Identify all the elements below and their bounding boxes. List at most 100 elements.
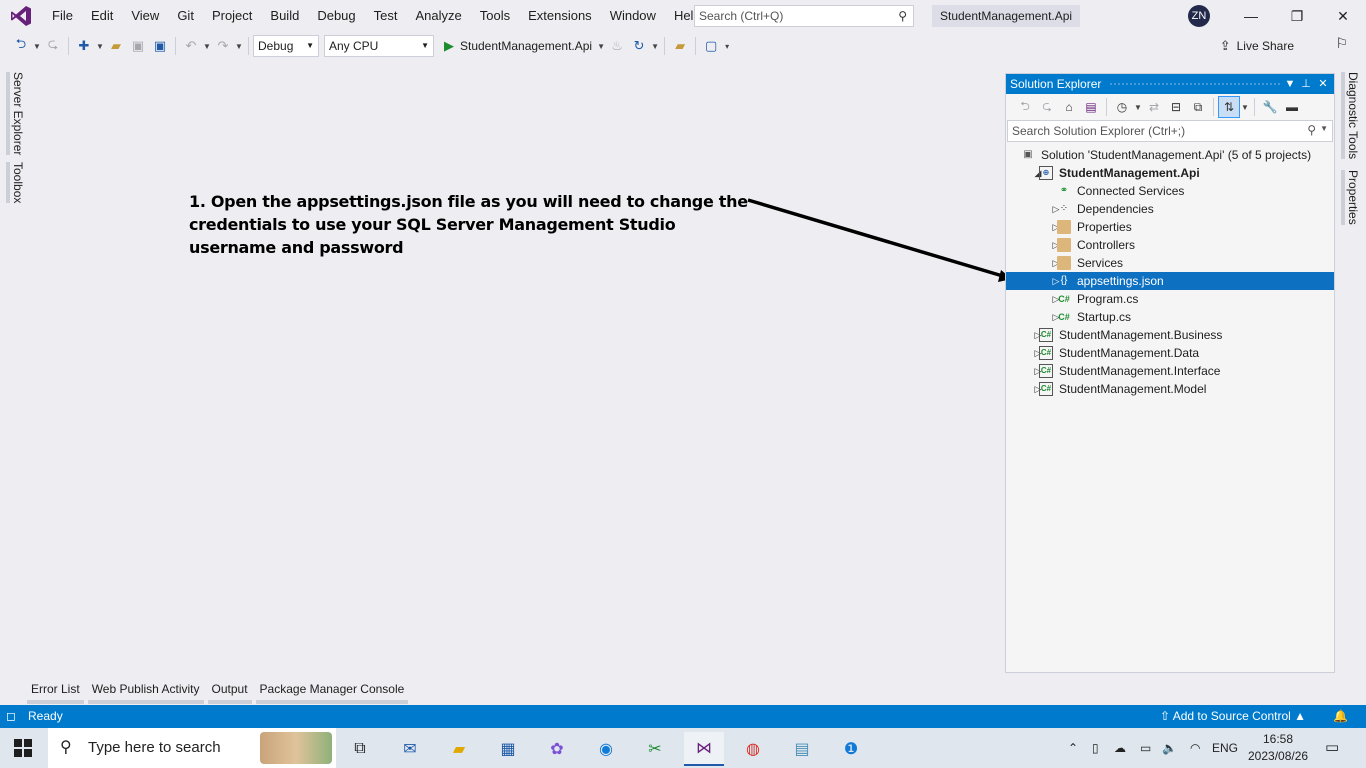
file-explorer-icon[interactable]: ▰ [439,732,479,766]
solution-explorer-titlebar[interactable]: Solution Explorer ▼ ⊥ ✕ [1006,74,1334,94]
collapse-all-icon[interactable]: ⊟ [1165,96,1187,118]
language-indicator[interactable]: ENG [1212,728,1238,768]
clock[interactable]: 16:58 2023/08/26 [1248,731,1308,765]
menu-item-edit[interactable]: Edit [82,0,122,32]
tree-item[interactable]: ▷ Properties [1006,218,1334,236]
tree-item[interactable]: ▷ C# Startup.cs [1006,308,1334,326]
volume-icon[interactable]: 🔈 [1162,728,1177,768]
find-in-files-icon[interactable]: ▰ [669,35,691,57]
app-icon[interactable]: ❶ [831,732,871,766]
preview-selected-items-icon[interactable]: ▬ [1281,96,1303,118]
tab-web-publish-activity[interactable]: Web Publish Activity [87,678,204,704]
save-all-icon[interactable]: ▣ [149,35,171,57]
start-debugging-button[interactable]: ▶ StudentManagement.Api [440,35,596,57]
menu-item-view[interactable]: View [122,0,168,32]
visual-studio-taskbar-icon[interactable]: ⋈ [684,732,724,766]
sync-icon[interactable]: ⇄ [1143,96,1165,118]
drag-handle[interactable] [1109,82,1280,86]
open-folder-icon[interactable]: ▰ [105,35,127,57]
chrome-icon[interactable]: ◍ [733,732,773,766]
tree-item[interactable]: ▷ C# StudentManagement.Interface [1006,362,1334,380]
tree-item[interactable]: ▣ Solution 'StudentManagement.Api' (5 of … [1006,146,1334,164]
mail-icon[interactable]: ✉ [390,732,430,766]
live-share-button[interactable]: ⇪ Live Share [1220,35,1294,57]
properties-wrench-icon[interactable]: 🔧 [1259,96,1281,118]
tree-item[interactable]: ▷ C# StudentManagement.Data [1006,344,1334,362]
visual-studio-logo-icon[interactable] [9,4,33,28]
snipping-tool-icon[interactable]: ✂ [635,732,675,766]
feedback-icon[interactable]: ⚐ [1335,35,1348,52]
menu-item-build[interactable]: Build [261,0,308,32]
task-view-icon[interactable]: ⧉ [340,732,380,766]
tree-item[interactable]: ▷ C# StudentManagement.Model [1006,380,1334,398]
taskbar-search-input[interactable]: ⚲ Type here to search [48,728,336,768]
pending-changes-filter-icon[interactable]: ◷ [1111,96,1133,118]
properties-tab[interactable]: Properties [1341,170,1360,225]
store-icon[interactable]: ▦ [488,732,528,766]
view-dropdown-icon[interactable]: ▼ [1240,103,1250,112]
notification-center-icon[interactable]: ▭ [1325,728,1339,768]
tree-item[interactable]: ▷ ⁘ Dependencies [1006,200,1334,218]
avatar[interactable]: ZN [1188,5,1210,27]
tree-item[interactable]: ▷ C# Program.cs [1006,290,1334,308]
toolbox-tab[interactable]: Toolbox [6,162,25,204]
close-button[interactable]: ✕ [1320,0,1366,32]
close-icon[interactable]: ✕ [1315,74,1331,94]
pin-icon[interactable]: ⊥ [1298,74,1314,94]
minimize-button[interactable]: — [1228,0,1274,32]
menu-item-tools[interactable]: Tools [471,0,519,32]
hot-reload-icon[interactable]: ♨ [606,35,628,57]
show-hidden-icons-icon[interactable]: ⌃ [1068,728,1078,768]
notifications-bell-icon[interactable]: 🔔 [1333,705,1348,728]
menu-item-debug[interactable]: Debug [308,0,364,32]
browser-link-icon[interactable]: ▢ [700,35,722,57]
refresh-dropdown-icon[interactable]: ▼ [650,42,660,51]
run-dropdown-icon[interactable]: ▼ [596,42,606,51]
platform-select[interactable]: Any CPU ▼ [324,35,434,57]
tab-package-manager-console[interactable]: Package Manager Console [255,678,409,704]
save-icon[interactable]: ▣ [127,35,149,57]
new-project-icon[interactable]: ✚ [73,35,95,57]
filter-dropdown-icon[interactable]: ▼ [1133,103,1143,112]
tree-item[interactable]: ◢ ⊕ StudentManagement.Api [1006,164,1334,182]
network-adapter-icon[interactable]: ▯ [1092,728,1099,768]
menu-item-extensions[interactable]: Extensions [519,0,601,32]
undo-dropdown-icon[interactable]: ▼ [202,42,212,51]
copilot-icon[interactable]: ✿ [537,732,577,766]
redo-icon[interactable]: ↷ [212,35,234,57]
server-explorer-tab[interactable]: Server Explorer [6,72,25,156]
switch-views-icon[interactable]: ▤ [1080,96,1102,118]
diagnostic-tools-tab[interactable]: Diagnostic Tools [1341,72,1360,160]
sync-with-active-document-icon[interactable]: ⇅ [1218,96,1240,118]
menu-item-window[interactable]: Window [601,0,665,32]
maximize-button[interactable]: ❐ [1274,0,1320,32]
forward-icon[interactable]: ⮎ [42,35,64,57]
search-input[interactable]: Search (Ctrl+Q) ⚲ [694,5,914,27]
menu-item-test[interactable]: Test [365,0,407,32]
toolbar-overflow-icon[interactable]: ▾ [722,42,732,51]
menu-item-file[interactable]: File [43,0,82,32]
home-icon[interactable]: ⌂ [1058,96,1080,118]
tree-item[interactable]: ▷{} appsettings.json [1006,272,1334,290]
back-icon[interactable]: ⮌ [10,35,32,57]
edge-icon[interactable]: ◉ [586,732,626,766]
start-button[interactable] [8,736,38,760]
forward-icon[interactable]: ⮎ [1036,96,1058,118]
tree-item[interactable]: ⚭ Connected Services [1006,182,1334,200]
menu-item-analyze[interactable]: Analyze [406,0,470,32]
notepad-icon[interactable]: ▤ [782,732,822,766]
tree-item[interactable]: ▷ Services [1006,254,1334,272]
undo-icon[interactable]: ↶ [180,35,202,57]
menu-item-project[interactable]: Project [203,0,261,32]
refresh-icon[interactable]: ↻ [628,35,650,57]
wifi-icon[interactable]: ◠ [1190,728,1200,768]
new-dropdown-icon[interactable]: ▼ [95,42,105,51]
tree-item[interactable]: ▷ C# StudentManagement.Business [1006,326,1334,344]
back-icon[interactable]: ⮌ [1014,96,1036,118]
add-to-source-control-button[interactable]: ⇧ Add to Source Control ▲ [1160,705,1306,728]
window-position-icon[interactable]: ▼ [1282,74,1298,94]
battery-icon[interactable]: ▭ [1140,728,1151,768]
menu-item-git[interactable]: Git [168,0,203,32]
show-all-files-icon[interactable]: ⧉ [1187,96,1209,118]
redo-dropdown-icon[interactable]: ▼ [234,42,244,51]
